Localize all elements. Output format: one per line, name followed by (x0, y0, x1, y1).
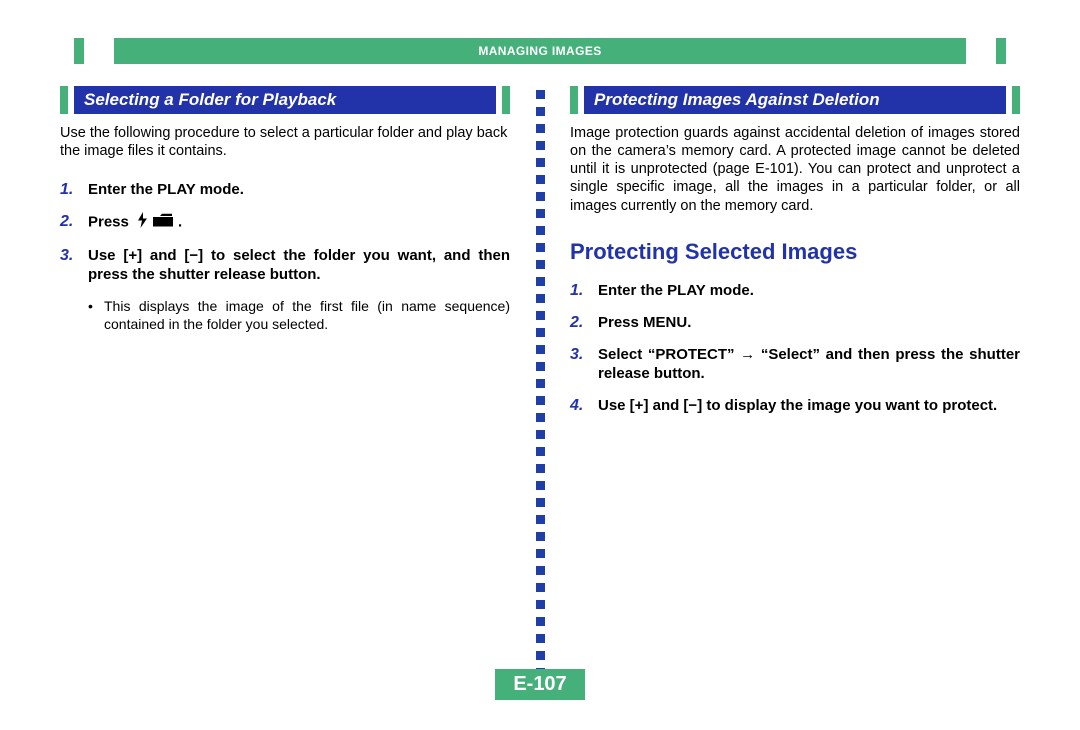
header-accent-left (74, 38, 84, 64)
header-accent-right (996, 38, 1006, 64)
step-inline-icons (137, 212, 174, 234)
step-item: 1. Enter the PLAY mode. (60, 180, 510, 200)
top-header-bar: MANAGING IMAGES (66, 38, 1014, 64)
step-text: Enter the PLAY mode. (88, 180, 510, 200)
divider-square (536, 634, 545, 643)
step-number: 4. (570, 396, 590, 416)
divider-square (536, 345, 545, 354)
step-item: 2. Press . (60, 212, 510, 234)
divider-square (536, 243, 545, 252)
section-accent (570, 86, 578, 114)
left-column: Selecting a Folder for Playback Use the … (60, 86, 510, 684)
divider-square (536, 328, 545, 337)
divider-square (536, 481, 545, 490)
step-text: Press MENU. (598, 313, 1020, 333)
right-column: Protecting Images Against Deletion Image… (570, 86, 1020, 684)
column-divider (530, 86, 550, 684)
divider-square (536, 464, 545, 473)
divider-square (536, 532, 545, 541)
divider-square (536, 651, 545, 660)
section-heading-right: Protecting Images Against Deletion (570, 86, 1020, 114)
section-heading-body: Protecting Images Against Deletion (584, 86, 1006, 114)
divider-square (536, 226, 545, 235)
divider-square (536, 175, 545, 184)
section-heading-text: Protecting Images Against Deletion (594, 90, 880, 110)
step-text: Select “PROTECT” → “Select” and then pre… (598, 345, 1020, 384)
sub-bullet-text: This displays the image of the first fil… (104, 297, 510, 333)
step-text: Use [+] and [−] to select the folder you… (88, 246, 510, 285)
divider-square (536, 617, 545, 626)
right-steps-list: 1. Enter the PLAY mode. 2. Press MENU. 3… (570, 281, 1020, 416)
folder-icon (152, 213, 174, 233)
step-text: Enter the PLAY mode. (598, 281, 1020, 301)
page-number-area: E-107 (0, 669, 1080, 700)
step-number: 3. (570, 345, 590, 384)
section-heading-body: Selecting a Folder for Playback (74, 86, 496, 114)
divider-square (536, 583, 545, 592)
step-text: Press . (88, 212, 510, 234)
divider-square (536, 430, 545, 439)
section-heading-left: Selecting a Folder for Playback (60, 86, 510, 114)
step-number: 2. (60, 212, 80, 234)
step-number: 1. (570, 281, 590, 301)
step-prefix: Press (88, 214, 129, 231)
section-accent (60, 86, 68, 114)
divider-square (536, 192, 545, 201)
section-accent (1012, 86, 1020, 114)
step-item: 2. Press MENU. (570, 313, 1020, 333)
bullet-dot: • (88, 297, 96, 333)
step-item: 3. Use [+] and [−] to select the folder … (60, 246, 510, 285)
divider-square (536, 311, 545, 320)
header-title: MANAGING IMAGES (478, 44, 601, 58)
divider-square (536, 498, 545, 507)
divider-square (536, 379, 545, 388)
step-number: 2. (570, 313, 590, 333)
header-band: MANAGING IMAGES (114, 38, 966, 64)
step-number: 1. (60, 180, 80, 200)
divider-square (536, 362, 545, 371)
step-item: 3. Select “PROTECT” → “Select” and then … (570, 345, 1020, 384)
divider-square (536, 209, 545, 218)
section-accent (502, 86, 510, 114)
divider-square (536, 294, 545, 303)
divider-square (536, 515, 545, 524)
step-item: 4. Use [+] and [−] to display the image … (570, 396, 1020, 416)
divider-square (536, 600, 545, 609)
left-intro-paragraph: Use the following procedure to select a … (60, 124, 510, 160)
flash-icon (137, 212, 148, 234)
divider-square (536, 566, 545, 575)
divider-square (536, 549, 545, 558)
sub-bullet-item: • This displays the image of the first f… (88, 297, 510, 333)
divider-square (536, 413, 545, 422)
divider-square (536, 447, 545, 456)
divider-square (536, 90, 545, 99)
divider-square (536, 260, 545, 269)
manual-page: MANAGING IMAGES Selecting a Folder for P… (0, 0, 1080, 730)
content-columns: Selecting a Folder for Playback Use the … (60, 86, 1020, 684)
section-heading-text: Selecting a Folder for Playback (84, 90, 336, 110)
left-sub-bullets: • This displays the image of the first f… (60, 297, 510, 333)
divider-square (536, 107, 545, 116)
step-number: 3. (60, 246, 80, 285)
right-intro-paragraph: Image protection guards against accident… (570, 124, 1020, 215)
divider-square (536, 277, 545, 286)
divider-square (536, 158, 545, 167)
page-number: E-107 (495, 669, 584, 700)
step-text: Use [+] and [−] to display the image you… (598, 396, 1020, 416)
divider-square (536, 141, 545, 150)
subheading: Protecting Selected Images (570, 239, 1020, 265)
divider-square (536, 124, 545, 133)
left-steps-list: 1. Enter the PLAY mode. 2. Press (60, 180, 510, 285)
step-item: 1. Enter the PLAY mode. (570, 281, 1020, 301)
divider-square (536, 396, 545, 405)
step-suffix: . (178, 214, 182, 231)
